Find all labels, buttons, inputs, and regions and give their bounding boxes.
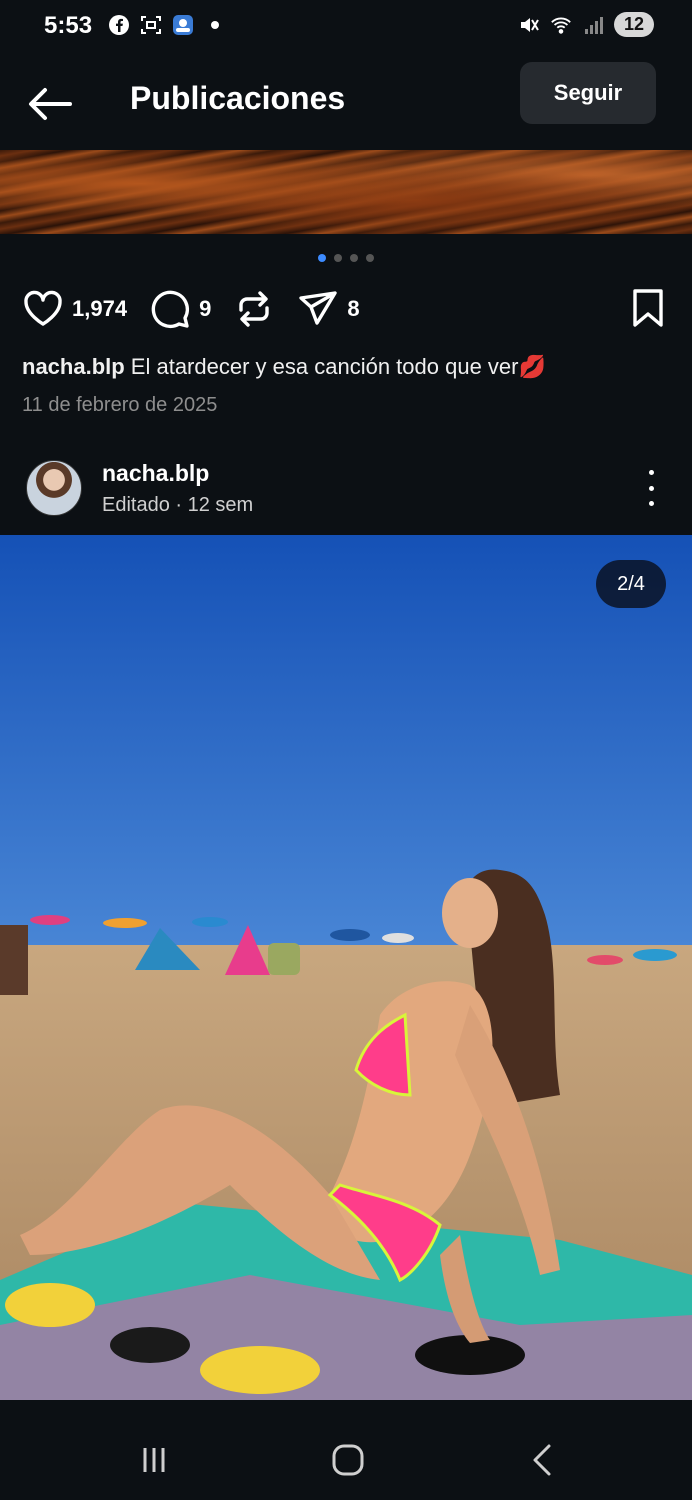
battery-badge: 12 bbox=[613, 12, 654, 37]
repost-button[interactable] bbox=[233, 288, 275, 330]
previous-post-image[interactable] bbox=[0, 150, 692, 234]
home-icon bbox=[332, 1444, 364, 1476]
facebook-icon bbox=[108, 14, 130, 36]
carousel-dot bbox=[318, 254, 326, 262]
status-left-icons bbox=[108, 14, 226, 36]
home-button[interactable] bbox=[328, 1440, 368, 1480]
repost-icon bbox=[239, 291, 270, 327]
like-count: 1,974 bbox=[72, 296, 128, 321]
post-caption: nacha.blp El atardecer y esa canción tod… bbox=[22, 354, 546, 380]
post-date: 11 de febrero de 2025 bbox=[22, 394, 218, 416]
follow-button[interactable]: Seguir bbox=[520, 62, 656, 124]
status-time: 5:53 bbox=[44, 12, 93, 39]
carousel-counter: 2/4 bbox=[596, 560, 666, 608]
status-right-icons: 12 bbox=[518, 12, 654, 37]
post-meta: Editado · 12 sem bbox=[102, 494, 254, 516]
post-photo[interactable] bbox=[0, 535, 692, 1400]
page-title: Publicaciones bbox=[130, 80, 346, 116]
avatar[interactable] bbox=[26, 460, 82, 516]
mute-icon bbox=[518, 14, 540, 36]
back-icon bbox=[533, 1444, 551, 1476]
carousel-indicator bbox=[318, 254, 374, 262]
beach-photo bbox=[0, 535, 692, 1400]
arrow-left-icon bbox=[29, 88, 72, 120]
carousel-dot bbox=[366, 254, 374, 262]
post-actions: 1,974 9 8 bbox=[22, 288, 382, 330]
bookmark-icon bbox=[633, 289, 663, 327]
more-options-button[interactable] bbox=[636, 470, 666, 506]
more-icon bbox=[648, 470, 654, 475]
screenshot-icon bbox=[140, 14, 162, 36]
comment-count: 9 bbox=[199, 296, 212, 321]
save-button[interactable] bbox=[626, 286, 670, 330]
heart-icon bbox=[24, 290, 62, 326]
post-username[interactable]: nacha.blp bbox=[102, 460, 209, 487]
gallery-icon bbox=[172, 14, 194, 36]
share-count: 8 bbox=[347, 296, 360, 321]
caption-text: El atardecer y esa canción todo que ver💋 bbox=[124, 354, 546, 379]
signal-icon bbox=[582, 14, 604, 36]
recent-apps-icon bbox=[143, 1448, 165, 1472]
comment-icon bbox=[151, 290, 190, 329]
caption-username[interactable]: nacha.blp bbox=[22, 354, 125, 379]
more-icon-dot bbox=[648, 501, 654, 506]
send-icon bbox=[299, 291, 338, 325]
system-back-button[interactable] bbox=[522, 1440, 562, 1480]
share-button[interactable]: 8 bbox=[297, 288, 360, 330]
like-button[interactable]: 1,974 bbox=[22, 288, 127, 330]
more-icon-dot bbox=[648, 485, 654, 491]
comment-button[interactable]: 9 bbox=[149, 288, 211, 330]
carousel-dot bbox=[350, 254, 358, 262]
recent-apps-button[interactable] bbox=[134, 1440, 174, 1480]
carousel-dot bbox=[334, 254, 342, 262]
back-button[interactable] bbox=[26, 84, 74, 124]
notification-dot-icon bbox=[204, 14, 226, 36]
wifi-icon bbox=[550, 14, 572, 36]
